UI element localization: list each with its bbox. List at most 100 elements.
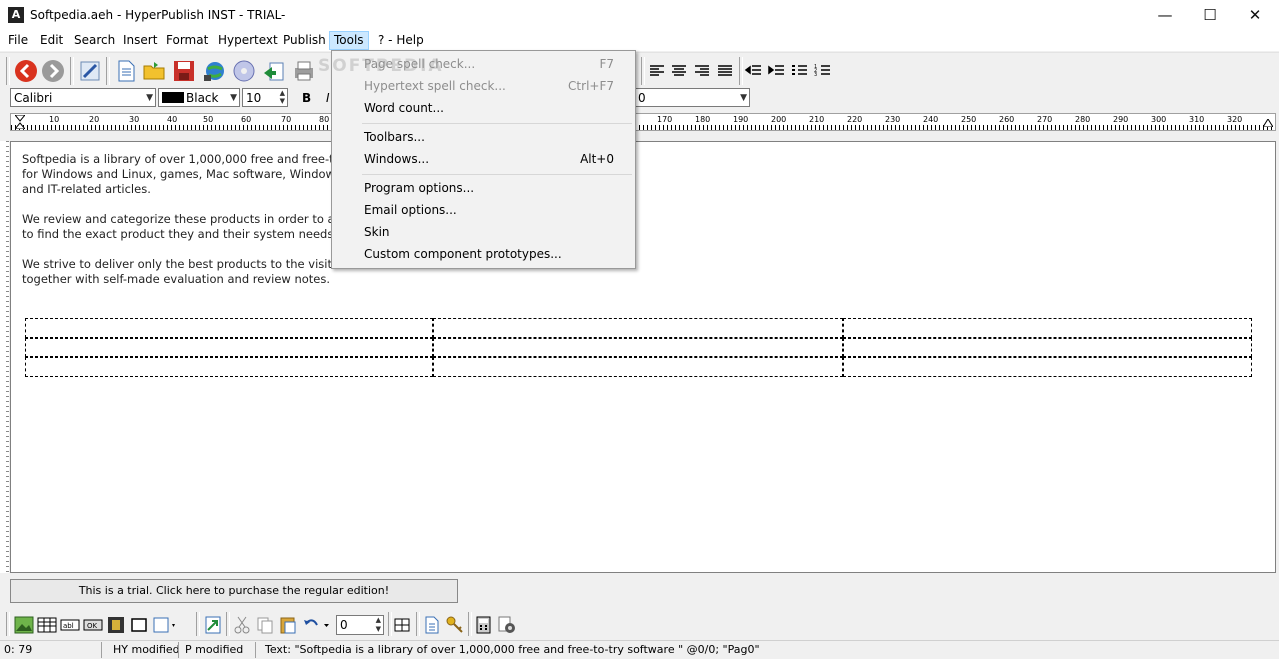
menu-search[interactable]: Search	[70, 31, 119, 50]
undo-count-stepper[interactable]: 0 ▲ ▼	[336, 615, 384, 635]
settings-gear-icon[interactable]	[497, 615, 517, 635]
table-cell[interactable]	[843, 338, 1252, 357]
ruler-label: 80	[319, 115, 330, 124]
paste-icon[interactable]	[278, 615, 298, 635]
text-line: We strive to deliver only the best produ…	[22, 257, 342, 271]
justify-icon[interactable]	[715, 59, 735, 83]
svg-text:OK: OK	[87, 622, 98, 630]
align-left-icon[interactable]	[647, 59, 667, 83]
paragraph: We review and categorize these products …	[22, 212, 342, 242]
ruler-label: 220	[847, 115, 863, 124]
print-icon[interactable]	[292, 59, 316, 83]
menu-hypertext[interactable]: Hypertext	[214, 31, 282, 50]
menu-insert[interactable]: Insert	[119, 31, 161, 50]
selected-text-status: Text: "Softpedia is a library of over 1,…	[265, 643, 760, 656]
menu-item-hypertext-spell-check[interactable]: Hypertext spell check... Ctrl+F7	[364, 76, 614, 96]
ruler-label: 210	[809, 115, 825, 124]
menu-item-word-count[interactable]: Word count...	[364, 98, 614, 118]
menu-help[interactable]: ? - Help	[374, 31, 428, 50]
undo-icon[interactable]	[301, 615, 331, 635]
save-icon[interactable]	[172, 59, 196, 83]
indent-marker-icon[interactable]	[13, 114, 27, 130]
link-arrow-icon[interactable]	[203, 615, 223, 635]
insert-frame-icon[interactable]	[129, 615, 149, 635]
close-button[interactable]: ✕	[1232, 0, 1278, 31]
purchase-trial-button[interactable]: This is a trial. Click here to purchase …	[10, 579, 458, 603]
menu-file[interactable]: File	[4, 31, 32, 50]
table-cell[interactable]	[433, 338, 843, 357]
toolbar-separator	[106, 57, 110, 85]
font-name-select[interactable]: Calibri ▼	[10, 88, 156, 107]
menu-format[interactable]: Format	[162, 31, 212, 50]
menu-item-toolbars[interactable]: Toolbars...	[364, 127, 614, 147]
table-cell[interactable]	[433, 357, 843, 377]
menu-item-page-spell-check[interactable]: Page spell check... F7	[364, 54, 614, 74]
table-cell[interactable]	[25, 357, 433, 377]
menu-item-skin[interactable]: Skin	[364, 222, 614, 242]
key-icon[interactable]	[445, 615, 465, 635]
align-center-icon[interactable]	[669, 59, 689, 83]
bold-button[interactable]: B	[302, 91, 311, 105]
insert-field-icon[interactable]: abl	[60, 615, 80, 635]
menu-item-windows[interactable]: Windows... Alt+0	[364, 149, 614, 169]
table-cell[interactable]	[25, 318, 433, 338]
style-select[interactable]: 0 ▼	[634, 88, 750, 107]
right-margin-marker-icon[interactable]	[1262, 116, 1274, 130]
insert-button-icon[interactable]: OK	[83, 615, 103, 635]
vertical-ruler	[0, 141, 9, 573]
ruler-label: 250	[961, 115, 977, 124]
ruler-label: 310	[1189, 115, 1205, 124]
stepper-arrows-icon[interactable]: ▲ ▼	[280, 89, 285, 105]
page-properties-icon[interactable]	[422, 615, 442, 635]
table-cell[interactable]	[25, 338, 433, 357]
align-right-icon[interactable]	[692, 59, 712, 83]
menu-edit[interactable]: Edit	[36, 31, 67, 50]
insert-video-icon[interactable]	[106, 615, 126, 635]
menu-separator	[362, 123, 632, 124]
insert-component-icon[interactable]	[152, 615, 178, 635]
style-value: 0	[638, 91, 646, 105]
insert-image-icon[interactable]	[14, 615, 34, 635]
cut-icon[interactable]	[232, 615, 252, 635]
text-line: for Windows and Linux, games, Mac softwa…	[22, 167, 341, 181]
table-cell[interactable]	[433, 318, 843, 338]
outdent-icon[interactable]	[744, 59, 764, 83]
insert-table-icon[interactable]	[37, 615, 57, 635]
ruler-label: 60	[241, 115, 252, 124]
new-page-icon[interactable]	[114, 59, 138, 83]
stepper-arrows-icon[interactable]: ▲ ▼	[376, 616, 381, 634]
open-folder-icon[interactable]	[142, 59, 166, 83]
menu-item-label: Custom component prototypes...	[364, 247, 562, 261]
back-icon[interactable]	[14, 59, 38, 83]
menu-bar: File Edit Search Insert Format Hypertext…	[0, 31, 1279, 51]
main-toolbar: 123	[0, 52, 1279, 87]
bullet-list-icon[interactable]	[790, 59, 810, 83]
table-cell[interactable]	[843, 318, 1252, 338]
font-color-select[interactable]: Black ▼	[158, 88, 240, 107]
toolbar-separator	[6, 612, 10, 636]
italic-button[interactable]: I	[326, 91, 330, 105]
cd-export-icon[interactable]	[232, 59, 256, 83]
table-cell[interactable]	[843, 357, 1252, 377]
document-editor[interactable]: Softpedia is a library of over 1,000,000…	[10, 141, 1276, 573]
menu-item-email-options[interactable]: Email options...	[364, 200, 614, 220]
grid-view-icon[interactable]	[392, 615, 412, 635]
send-page-icon[interactable]	[262, 59, 286, 83]
font-size-stepper[interactable]: 10 ▲ ▼	[242, 88, 288, 107]
menu-item-label: Email options...	[364, 203, 457, 217]
copy-icon[interactable]	[255, 615, 275, 635]
calculator-icon[interactable]	[474, 615, 494, 635]
maximize-button[interactable]: ☐	[1187, 0, 1233, 31]
menu-publish[interactable]: Publish	[279, 31, 330, 50]
numbered-list-icon[interactable]: 123	[813, 59, 833, 83]
ruler-label: 20	[89, 115, 100, 124]
menu-item-custom-component-prototypes[interactable]: Custom component prototypes...	[364, 244, 614, 264]
menu-tools[interactable]: Tools	[329, 31, 369, 50]
menu-item-program-options[interactable]: Program options...	[364, 178, 614, 198]
forward-icon[interactable]	[41, 59, 65, 83]
minimize-button[interactable]: —	[1142, 0, 1188, 31]
globe-publish-icon[interactable]	[202, 59, 226, 83]
indent-icon[interactable]	[767, 59, 787, 83]
edit-pen-icon[interactable]	[78, 59, 102, 83]
status-divider	[255, 642, 256, 658]
